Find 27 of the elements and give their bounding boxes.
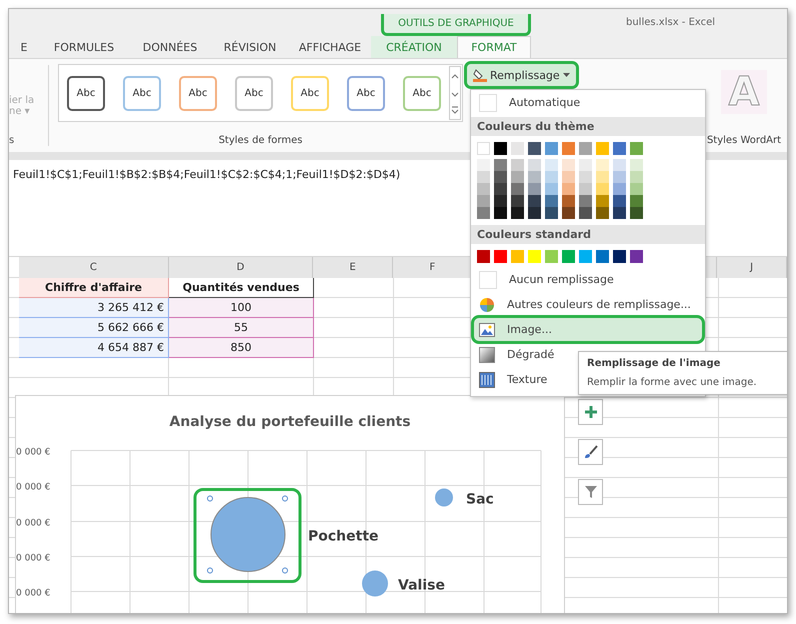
group-label: Styles WordArt	[706, 135, 782, 146]
formula-text: Feuil1!$C$1;Feuil1!$B$2:$B$4;Feuil1!$C$2:$C$4;1;Feuil1!$D$2:$D$4)	[13, 168, 400, 181]
table-cell: 3 265 412 €	[19, 298, 169, 318]
axis-label: 0 000 €	[16, 448, 50, 458]
table-cell: 4 654 887 €	[19, 338, 169, 358]
column-title-cell: Chiffre d'affaire	[19, 278, 169, 298]
axis-label: 0 000 €	[16, 482, 50, 492]
group-label: Styles de formes	[218, 135, 302, 146]
context-tab-group: OUTILS DE GRAPHIQUE	[381, 14, 531, 36]
axis-label: 0 000 €	[16, 588, 50, 598]
tooltip-text: Remplir la forme avec une image.	[587, 377, 758, 388]
chart-title: Analyse du portefeuille clients	[169, 414, 411, 430]
table-cell: 5 662 666 €	[19, 318, 169, 338]
group-label: s	[9, 135, 16, 146]
menu-section-header: Couleurs standard	[471, 225, 705, 244]
column-title-cell: Quantités vendues	[169, 278, 314, 298]
axis-label: 0 000 €	[16, 554, 50, 564]
bubble-label: Valise	[398, 578, 445, 594]
tooltip-title: Remplissage de l'image	[587, 358, 722, 369]
menu-section-header: Couleurs du thème	[471, 117, 705, 136]
table-cell: 850	[169, 338, 314, 358]
bubble-label: Sac	[466, 492, 494, 508]
table-cell: 55	[169, 318, 314, 338]
window-title: bulles.xlsx - Excel	[626, 17, 716, 28]
table-cell: 100	[169, 298, 314, 318]
axis-label: 0 000 €	[16, 518, 50, 528]
bubble-label: Pochette	[308, 528, 379, 544]
